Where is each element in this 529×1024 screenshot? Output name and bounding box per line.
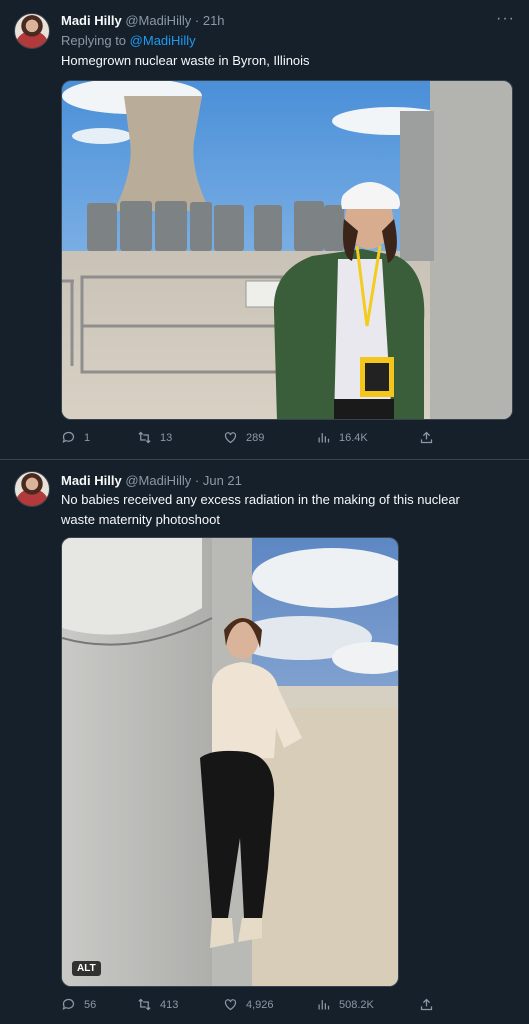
reply-mention-link[interactable]: @MadiHilly [130,33,196,48]
reply-icon [62,431,75,444]
timestamp[interactable]: Jun 21 [203,473,242,488]
views-icon [318,1000,330,1010]
like-button[interactable]: 4,926 [223,997,274,1012]
view-count: 508.2K [339,998,374,1011]
tweet-header: Madi Hilly @MadiHilly · 21h [61,13,225,28]
retweet-button[interactable]: 413 [137,997,178,1012]
tweet-1[interactable]: Madi Hilly @MadiHilly · 21h ··· Replying… [0,0,529,458]
retweet-count: 413 [160,998,179,1011]
alt-text-badge[interactable]: ALT [72,961,101,976]
reply-count: 56 [84,998,97,1011]
tweet-actions: 56 413 4,926 508.2K [61,997,461,1017]
tweet-text: No babies received any excess radiation … [61,492,460,527]
user-handle[interactable]: @MadiHilly [125,473,191,488]
avatar[interactable] [14,471,50,507]
like-count: 4,926 [246,998,274,1011]
nuclear-plant-photo [62,81,512,419]
tweet-header: Madi Hilly @MadiHilly · Jun 21 [61,473,242,488]
tweet-text: Homegrown nuclear waste in Byron, Illino… [61,53,310,68]
maternity-photo [62,538,398,986]
reply-button[interactable]: 56 [61,997,96,1012]
share-icon [420,431,433,444]
separator-dot: · [194,13,200,28]
view-count: 16.4K [339,431,368,444]
reply-count: 1 [84,431,91,444]
like-button[interactable]: 289 [223,430,264,445]
replying-to-label: Replying to [61,33,127,48]
tweet-photo[interactable]: ALT [61,537,399,987]
heart-icon [224,999,237,1011]
like-count: 289 [246,431,265,444]
share-button[interactable] [419,430,434,445]
user-handle[interactable]: @MadiHilly [125,13,191,28]
separator-dot: · [194,473,200,488]
replying-to: Replying to @MadiHilly [61,33,196,48]
heart-icon [224,432,237,444]
retweet-button[interactable]: 13 [137,430,172,445]
avatar[interactable] [14,13,50,49]
reply-button[interactable]: 1 [61,430,90,445]
retweet-count: 13 [160,431,173,444]
share-button[interactable] [419,997,434,1012]
timestamp[interactable]: 21h [203,13,225,28]
display-name[interactable]: Madi Hilly [61,13,122,28]
reply-icon [62,998,75,1011]
share-icon [420,998,433,1011]
tweet-photo[interactable] [61,80,513,420]
tweet-actions: 1 13 289 16.4K [61,430,461,450]
tweet-2[interactable]: Madi Hilly @MadiHilly · Jun 21 No babies… [0,460,529,1024]
retweet-icon [138,998,151,1011]
views-icon [318,433,330,443]
retweet-icon [138,431,151,444]
views-button[interactable]: 16.4K [316,430,368,445]
views-button[interactable]: 508.2K [316,997,374,1012]
more-options-icon[interactable]: ··· [496,10,515,28]
display-name[interactable]: Madi Hilly [61,473,122,488]
